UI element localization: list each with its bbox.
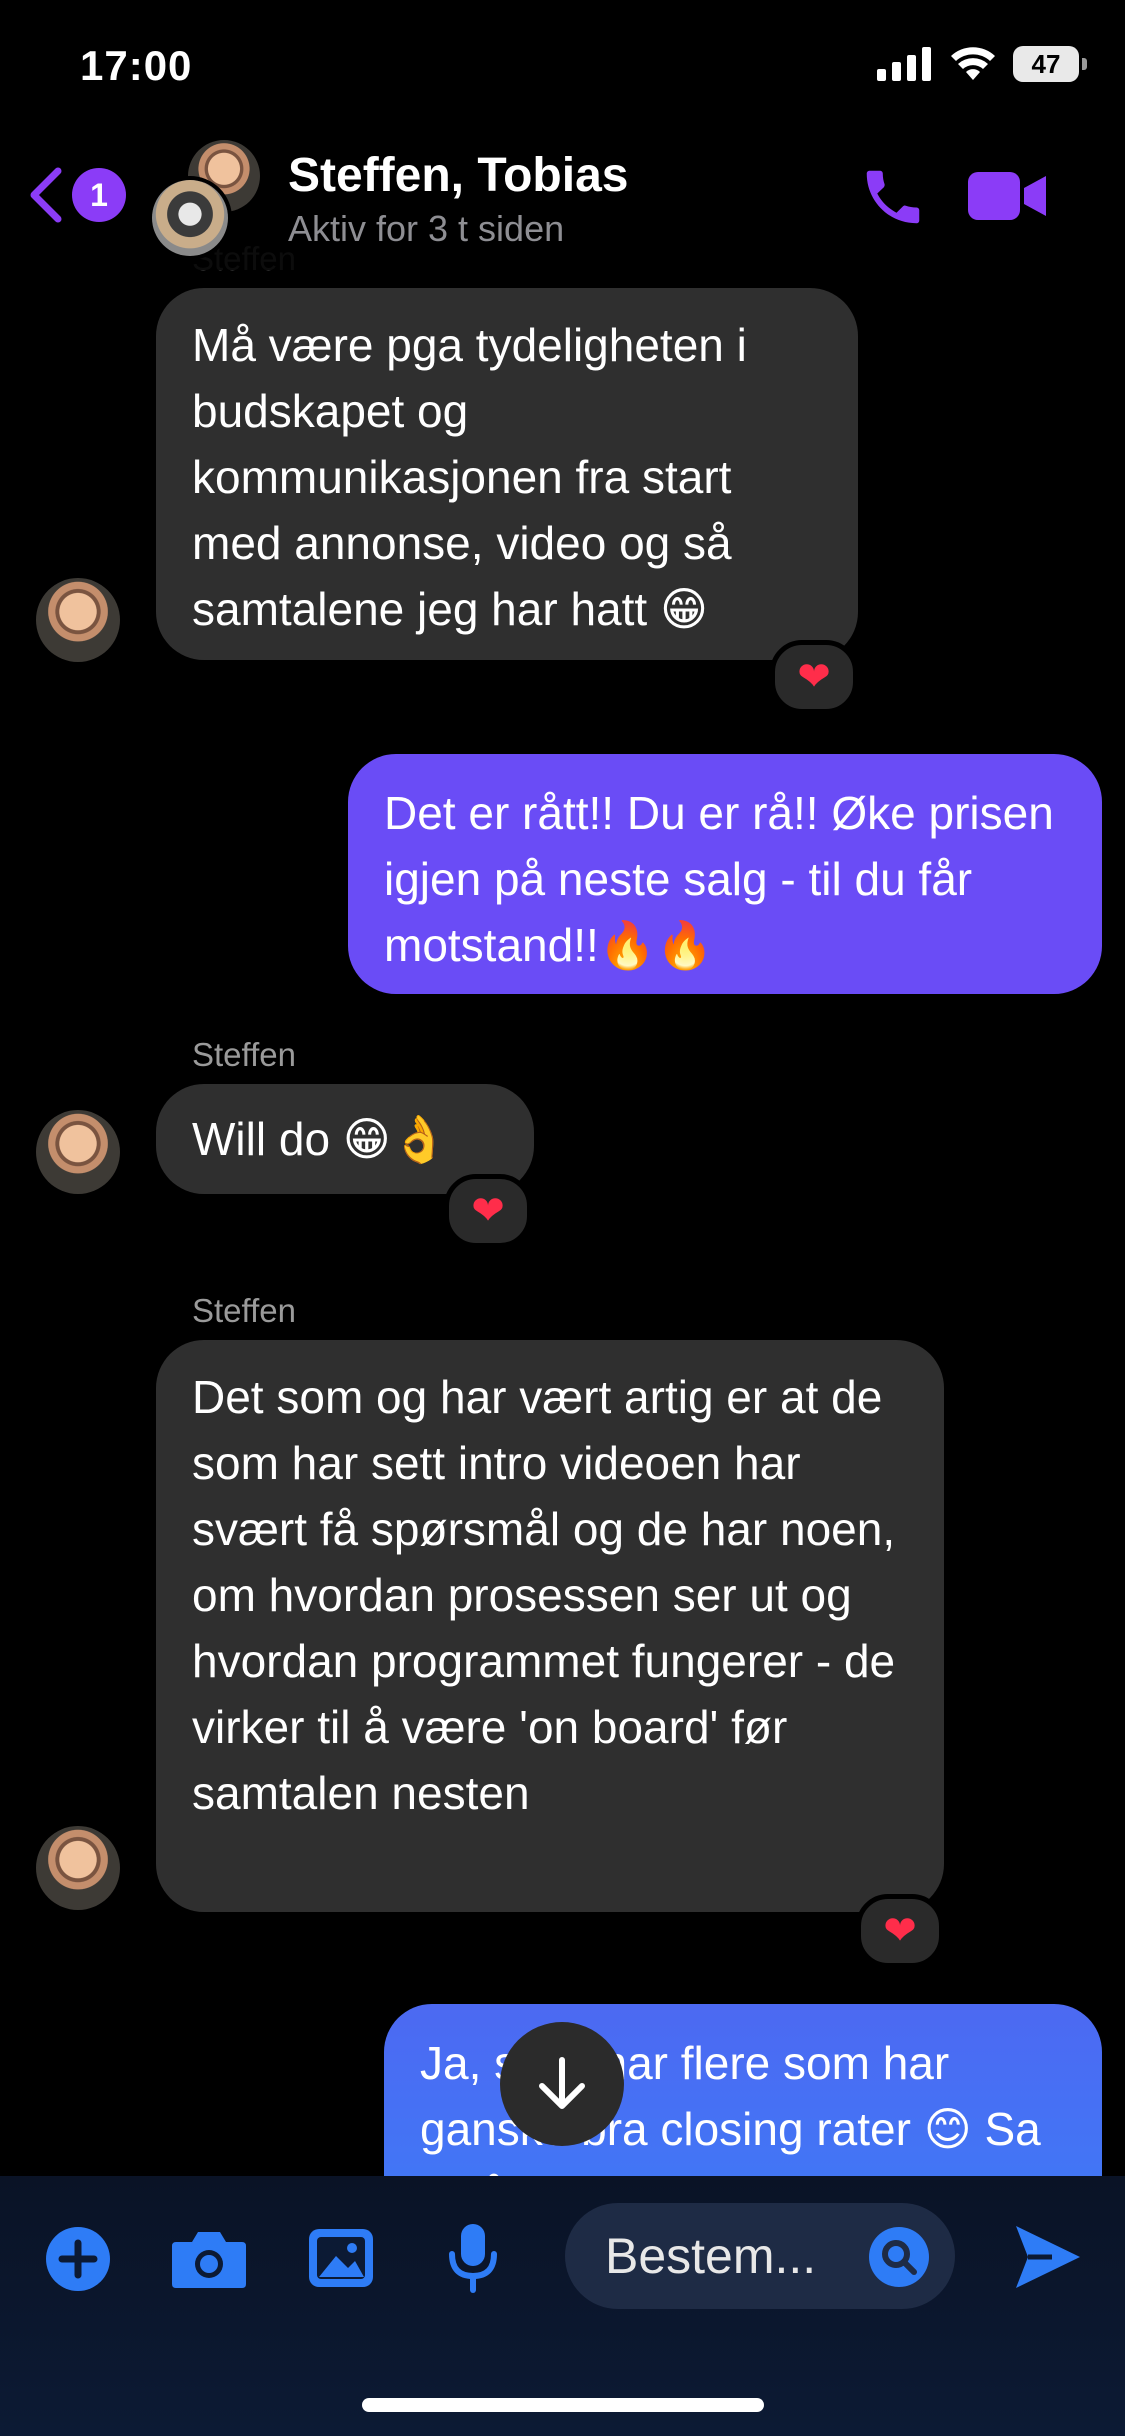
scroll-to-bottom-button[interactable] [500, 2022, 624, 2146]
signal-icon [877, 47, 931, 81]
avatar[interactable] [36, 1110, 120, 1194]
avatar[interactable] [36, 1826, 120, 1910]
message-bubble[interactable]: Må være pga tydeligheten i budskapet og … [156, 288, 858, 660]
message-input-text[interactable]: Bestem... [605, 2227, 816, 2285]
sender-label: Steffen [192, 1292, 296, 1329]
chevron-left-icon [30, 167, 62, 223]
wifi-icon [951, 47, 995, 80]
emoji-search-button[interactable] [868, 2226, 930, 2293]
send-button[interactable] [1012, 2222, 1084, 2297]
avatar-tobias [152, 180, 228, 256]
avatar[interactable] [36, 578, 120, 662]
heart-reaction-icon[interactable]: ❤ [856, 1894, 944, 1968]
voice-button[interactable] [448, 2222, 498, 2299]
active-status: Aktiv for 3 t siden [288, 208, 565, 249]
gallery-button[interactable] [306, 2226, 376, 2295]
unread-badge: 1 [72, 168, 126, 222]
send-icon [1016, 2226, 1080, 2288]
image-icon [309, 2229, 373, 2287]
back-button[interactable]: 1 [26, 165, 126, 225]
plus-icon [46, 2227, 110, 2291]
camera-button[interactable] [170, 2228, 248, 2295]
video-call-button[interactable] [968, 168, 1048, 229]
composer-bar [0, 2176, 1125, 2436]
video-camera-icon [968, 172, 1046, 220]
message-bubble[interactable]: Det som og har vært artig er at de som h… [156, 1340, 944, 1912]
heart-reaction-icon[interactable]: ❤ [770, 640, 858, 714]
camera-icon [172, 2232, 246, 2288]
phone-icon [866, 170, 920, 224]
status-icons: 47 [877, 46, 1087, 82]
microphone-icon [449, 2224, 497, 2293]
group-avatar[interactable] [148, 140, 268, 260]
heart-reaction-icon[interactable]: ❤ [444, 1174, 532, 1248]
battery-icon: 47 [1013, 46, 1087, 82]
search-icon [869, 2227, 929, 2287]
home-indicator [362, 2398, 764, 2412]
message-bubble-outgoing[interactable]: Det er rått!! Du er rå!! Øke prisen igje… [348, 754, 1102, 994]
add-button[interactable] [44, 2225, 112, 2298]
status-time: 17:00 [80, 42, 193, 89]
sender-label: Steffen [192, 1036, 296, 1073]
arrow-down-icon [539, 2057, 585, 2109]
chat-title[interactable]: Steffen, Tobias [288, 148, 628, 203]
audio-call-button[interactable] [858, 162, 928, 237]
